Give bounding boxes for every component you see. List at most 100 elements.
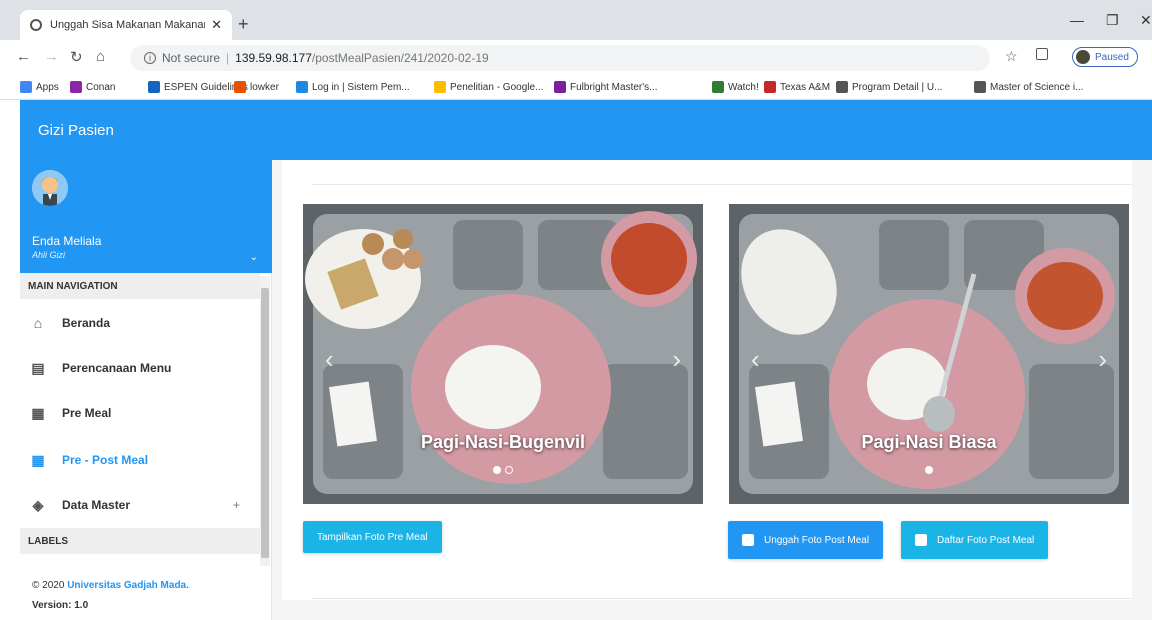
bookmark-label: lowker bbox=[250, 81, 279, 93]
bookmark-label: Apps bbox=[36, 81, 59, 93]
bookmark-favicon-icon bbox=[764, 81, 776, 93]
address-bar-row: ← → ↻ ⌂ i Not secure | 139.59.98.177 /po… bbox=[0, 40, 1152, 76]
institution-link[interactable]: Universitas Gadjah Mada. bbox=[67, 580, 189, 591]
bookmark-item[interactable]: Penelitian - Google... bbox=[434, 81, 543, 93]
bookmark-favicon-icon bbox=[296, 81, 308, 93]
browser-tab-bar: Unggah Sisa Makanan Makanan ✕ + — ❐ ✕ bbox=[0, 0, 1152, 40]
restore-icon[interactable]: ❐ bbox=[1106, 12, 1119, 29]
close-tab-icon[interactable]: ✕ bbox=[211, 17, 222, 33]
bookmarks-bar: Apps Conan ESPEN Guidelines lowker Log in | … bbox=[0, 76, 1152, 100]
sidebar-item-data-master[interactable]: ◈ Data Master + bbox=[20, 485, 260, 525]
sidebar-item-label: Data Master bbox=[62, 498, 131, 512]
labels-header: LABELS bbox=[20, 528, 260, 554]
bookmark-label: Watch! bbox=[728, 81, 759, 93]
bookmark-item[interactable]: Program Detail | U... bbox=[836, 81, 942, 93]
bookmark-label: Master of Science i... bbox=[990, 81, 1084, 93]
sidebar-item-perencanaan-menu[interactable]: ▤ Perencanaan Menu bbox=[20, 348, 260, 388]
tab-title: Unggah Sisa Makanan Makanan bbox=[50, 19, 206, 31]
photo-library-icon: ▦ bbox=[31, 452, 45, 468]
bookmark-item[interactable]: ESPEN Guidelines bbox=[148, 81, 248, 93]
bookmark-label: Fulbright Master's... bbox=[570, 81, 658, 93]
sidebar-item-beranda[interactable]: ⌂ Beranda bbox=[20, 303, 260, 343]
footer-copyright: © 2020 Universitas Gadjah Mada. bbox=[32, 580, 189, 591]
sidebar-item-pre-meal[interactable]: ▦ Pre Meal bbox=[20, 393, 260, 433]
bookmark-item[interactable]: Master of Science i... bbox=[974, 81, 1083, 93]
not-secure-label: Not secure bbox=[162, 51, 221, 65]
post-meal-carousel[interactable]: ‹ › Pagi-Nasi Biasa bbox=[729, 204, 1129, 504]
reload-icon[interactable]: ↻ bbox=[70, 48, 83, 66]
carousel-caption: Pagi-Nasi-Bugenvil bbox=[420, 432, 586, 452]
bookmark-favicon-icon bbox=[148, 81, 160, 93]
expand-icon[interactable]: + bbox=[233, 498, 240, 512]
camera-icon bbox=[742, 534, 754, 546]
bookmark-item[interactable]: Log in | Sistem Pem... bbox=[296, 81, 410, 93]
carousel-next-icon[interactable]: › bbox=[1098, 344, 1107, 375]
bookmark-favicon-icon bbox=[712, 81, 724, 93]
bookmark-favicon-icon bbox=[20, 81, 32, 93]
sidebar: Enda Meliala Ahli Gizi ⌄ MAIN NAVIGATION… bbox=[20, 160, 272, 620]
bookmark-favicon-icon bbox=[554, 81, 566, 93]
footer-version: Version: 1.0 bbox=[32, 600, 89, 611]
carousel-next-icon[interactable]: › bbox=[672, 344, 681, 375]
main-nav-header: MAIN NAVIGATION bbox=[20, 273, 260, 299]
layers-icon: ◈ bbox=[32, 497, 44, 513]
sidebar-item-pre-post-meal[interactable]: ▦ Pre - Post Meal bbox=[20, 440, 260, 480]
bookmark-item[interactable]: Apps bbox=[20, 81, 59, 93]
globe-icon bbox=[30, 19, 42, 31]
carousel-caption: Pagi-Nasi Biasa bbox=[861, 432, 997, 452]
app-brand[interactable]: Gizi Pasien bbox=[38, 122, 114, 139]
photo-library-icon bbox=[915, 534, 927, 546]
carousel-prev-icon[interactable]: ‹ bbox=[751, 344, 760, 375]
bookmark-favicon-icon bbox=[434, 81, 446, 93]
user-name: Enda Meliala bbox=[32, 234, 102, 248]
upload-post-meal-photo-button[interactable]: Unggah Foto Post Meal bbox=[728, 521, 884, 559]
clipboard-icon: ▤ bbox=[31, 360, 45, 376]
bookmark-item[interactable]: Watch! bbox=[712, 81, 759, 93]
bookmark-favicon-icon bbox=[70, 81, 82, 93]
avatar bbox=[32, 170, 68, 206]
sidebar-item-label: Pre - Post Meal bbox=[62, 453, 149, 467]
photo-library-icon: ▦ bbox=[31, 405, 45, 421]
forward-icon[interactable]: → bbox=[44, 48, 59, 65]
bookmark-label: Texas A&M bbox=[780, 81, 831, 93]
bookmark-favicon-icon bbox=[234, 81, 246, 93]
info-icon[interactable]: i bbox=[144, 52, 156, 64]
show-pre-meal-photo-button[interactable]: Tampilkan Foto Pre Meal bbox=[303, 521, 442, 553]
url-input[interactable]: i Not secure | 139.59.98.177 /postMealPa… bbox=[130, 45, 990, 71]
back-icon[interactable]: ← bbox=[16, 48, 31, 65]
home-icon: ⌂ bbox=[33, 315, 43, 331]
url-path: /postMealPasien/241/2020-02-19 bbox=[311, 51, 489, 65]
sidebar-item-label: Perencanaan Menu bbox=[62, 361, 172, 375]
pre-meal-carousel[interactable]: ‹ › Pagi-Nasi-Bugenvil bbox=[303, 204, 703, 504]
new-tab-icon[interactable]: + bbox=[238, 14, 249, 35]
bookmark-item[interactable]: Fulbright Master's... bbox=[554, 81, 658, 93]
extension-icon[interactable] bbox=[1036, 48, 1048, 60]
content-card: ‹ › Pagi-Nasi-Bugenvil ‹ › Pagi-Nasi Bia… bbox=[282, 160, 1132, 600]
profile-avatar bbox=[1076, 50, 1090, 64]
carousel-dot[interactable] bbox=[925, 466, 933, 474]
bookmark-item[interactable]: lowker bbox=[234, 81, 279, 93]
home-icon[interactable]: ⌂ bbox=[96, 48, 105, 65]
bookmark-favicon-icon bbox=[836, 81, 848, 93]
carousel-dot[interactable] bbox=[493, 466, 501, 474]
close-window-icon[interactable]: ✕ bbox=[1140, 12, 1152, 29]
minimize-icon[interactable]: — bbox=[1070, 12, 1084, 28]
browser-tab[interactable]: Unggah Sisa Makanan Makanan ✕ bbox=[20, 10, 232, 40]
main-content: ‹ › Pagi-Nasi-Bugenvil ‹ › Pagi-Nasi Bia… bbox=[272, 160, 1152, 620]
sidebar-item-label: Pre Meal bbox=[62, 406, 112, 420]
chevron-down-icon[interactable]: ⌄ bbox=[250, 252, 258, 263]
sidebar-scrollbar[interactable] bbox=[260, 276, 270, 566]
user-role: Ahli Gizi bbox=[32, 250, 66, 260]
post-meal-photo-list-button[interactable]: Daftar Foto Post Meal bbox=[901, 521, 1049, 559]
bookmark-item[interactable]: Texas A&M bbox=[764, 81, 830, 93]
bookmark-label: Penelitian - Google... bbox=[450, 81, 544, 93]
url-host: 139.59.98.177 bbox=[235, 51, 312, 65]
scrollbar-thumb[interactable] bbox=[261, 288, 269, 558]
carousel-dot[interactable] bbox=[505, 466, 513, 474]
bookmark-star-icon[interactable]: ☆ bbox=[1005, 48, 1018, 65]
app-header: Gizi Pasien bbox=[20, 100, 1152, 160]
profile-button[interactable]: Paused bbox=[1072, 47, 1138, 67]
bookmark-item[interactable]: Conan bbox=[70, 81, 115, 93]
carousel-prev-icon[interactable]: ‹ bbox=[325, 344, 334, 375]
sidebar-item-label: Beranda bbox=[62, 316, 111, 330]
